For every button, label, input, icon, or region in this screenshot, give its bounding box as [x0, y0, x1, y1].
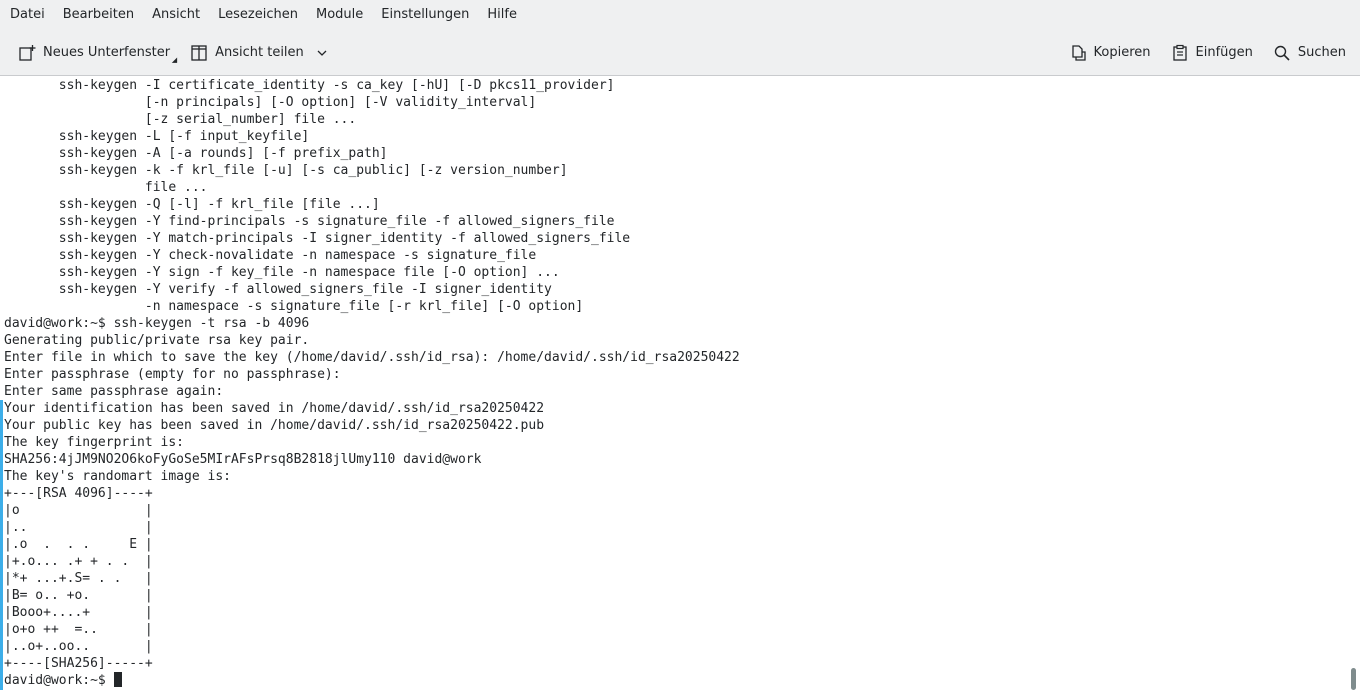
- terminal-line: ssh-keygen -Y verify -f allowed_signers_…: [4, 282, 552, 297]
- terminal-line: ssh-keygen -k -f krl_file [-u] [-s ca_pu…: [4, 163, 568, 178]
- terminal-line: [-z serial_number] file ...: [4, 112, 357, 127]
- new-tab-label: Neues Unterfenster: [43, 45, 171, 60]
- menu-bearbeiten[interactable]: Bearbeiten: [55, 0, 142, 30]
- text-cursor: [113, 672, 122, 687]
- terminal-line: Generating public/private rsa key pair.: [4, 333, 310, 348]
- terminal-line: david@work:~$ ssh-keygen -t rsa -b 4096: [4, 316, 310, 331]
- terminal-line: ssh-keygen -Y sign -f key_file -n namesp…: [4, 265, 560, 280]
- terminal-line: ssh-keygen -Y match-principals -I signer…: [4, 231, 631, 246]
- menu-ansicht[interactable]: Ansicht: [144, 0, 208, 30]
- new-tab-button[interactable]: Neues Unterfenster ◢: [12, 38, 178, 68]
- terminal-prompt-line[interactable]: david@work:~$: [4, 672, 740, 689]
- terminal-line: Your identification has been saved in /h…: [4, 401, 545, 416]
- terminal-line: Your public key has been saved in /home/…: [4, 418, 545, 433]
- search-button[interactable]: Suchen: [1267, 38, 1352, 68]
- terminal-output: ssh-keygen -I certificate_identity -s ca…: [4, 77, 740, 689]
- menu-lesezeichen[interactable]: Lesezeichen: [210, 0, 306, 30]
- terminal-line: [-n principals] [-O option] [-V validity…: [4, 95, 537, 110]
- terminal-line: ssh-keygen -I certificate_identity -s ca…: [4, 78, 615, 93]
- terminal-line: |Booo+....+ |: [4, 605, 153, 620]
- toolbar: Neues Unterfenster ◢ Ansicht teilen Kopi…: [0, 30, 1360, 76]
- terminal-line: file ...: [4, 180, 208, 195]
- terminal-line: |o |: [4, 503, 153, 518]
- terminal-line: |.. |: [4, 520, 153, 535]
- terminal-line: |..o+..oo.. |: [4, 639, 153, 654]
- copy-button[interactable]: Kopieren: [1063, 38, 1157, 68]
- split-view-icon: [191, 44, 207, 61]
- split-view-label: Ansicht teilen: [215, 45, 304, 60]
- chevron-down-icon[interactable]: [316, 47, 328, 59]
- terminal-line: The key fingerprint is:: [4, 435, 185, 450]
- terminal-line: The key's randomart image is:: [4, 469, 231, 484]
- new-tab-icon: [19, 44, 36, 61]
- terminal-line: ssh-keygen -A [-a rounds] [-f prefix_pat…: [4, 146, 388, 161]
- menu-module[interactable]: Module: [308, 0, 371, 30]
- selection-marker: [0, 400, 3, 690]
- terminal-line: SHA256:4jJM9NO2O6koFyGoSe5MIrAFsPrsq8B28…: [4, 452, 482, 467]
- terminal-line: Enter same passphrase again:: [4, 384, 224, 399]
- paste-icon: [1172, 44, 1187, 61]
- terminal-view[interactable]: ssh-keygen -I certificate_identity -s ca…: [0, 76, 1360, 695]
- copy-label: Kopieren: [1093, 45, 1151, 60]
- terminal-line: |.o . . . E |: [4, 537, 153, 552]
- search-icon: [1274, 45, 1290, 61]
- terminal-line: ssh-keygen -Y check-novalidate -n namesp…: [4, 248, 537, 263]
- terminal-line: |*+ ...+.S= . . |: [4, 571, 153, 586]
- terminal-line: -n namespace -s signature_file [-r krl_f…: [4, 299, 584, 314]
- terminal-line: |o+o ++ =.. |: [4, 622, 153, 637]
- menu-datei[interactable]: Datei: [2, 0, 53, 30]
- paste-label: Einfügen: [1195, 45, 1253, 60]
- new-tab-dropdown-icon: ◢: [171, 55, 178, 64]
- scrollbar[interactable]: [1351, 668, 1356, 690]
- menu-einstellungen[interactable]: Einstellungen: [373, 0, 477, 30]
- terminal-line: Enter file in which to save the key (/ho…: [4, 350, 740, 365]
- terminal-line: |B= o.. +o. |: [4, 588, 153, 603]
- terminal-prompt: david@work:~$: [4, 673, 114, 688]
- terminal-line: ssh-keygen -Q [-l] -f krl_file [file ...…: [4, 197, 380, 212]
- terminal-line: Enter passphrase (empty for no passphras…: [4, 367, 341, 382]
- copy-icon: [1071, 44, 1086, 61]
- search-label: Suchen: [1297, 45, 1346, 60]
- paste-button[interactable]: Einfügen: [1165, 38, 1259, 68]
- terminal-line: ssh-keygen -L [-f input_keyfile]: [4, 129, 310, 144]
- terminal-line: |+.o... .+ + . . |: [4, 554, 153, 569]
- menu-bar: Datei Bearbeiten Ansicht Lesezeichen Mod…: [0, 0, 1360, 30]
- menu-hilfe[interactable]: Hilfe: [479, 0, 525, 30]
- terminal-line: ssh-keygen -Y find-principals -s signatu…: [4, 214, 615, 229]
- terminal-line: +----[SHA256]-----+: [4, 656, 153, 671]
- terminal-line: +---[RSA 4096]----+: [4, 486, 153, 501]
- split-view-button[interactable]: Ansicht teilen: [184, 38, 334, 68]
